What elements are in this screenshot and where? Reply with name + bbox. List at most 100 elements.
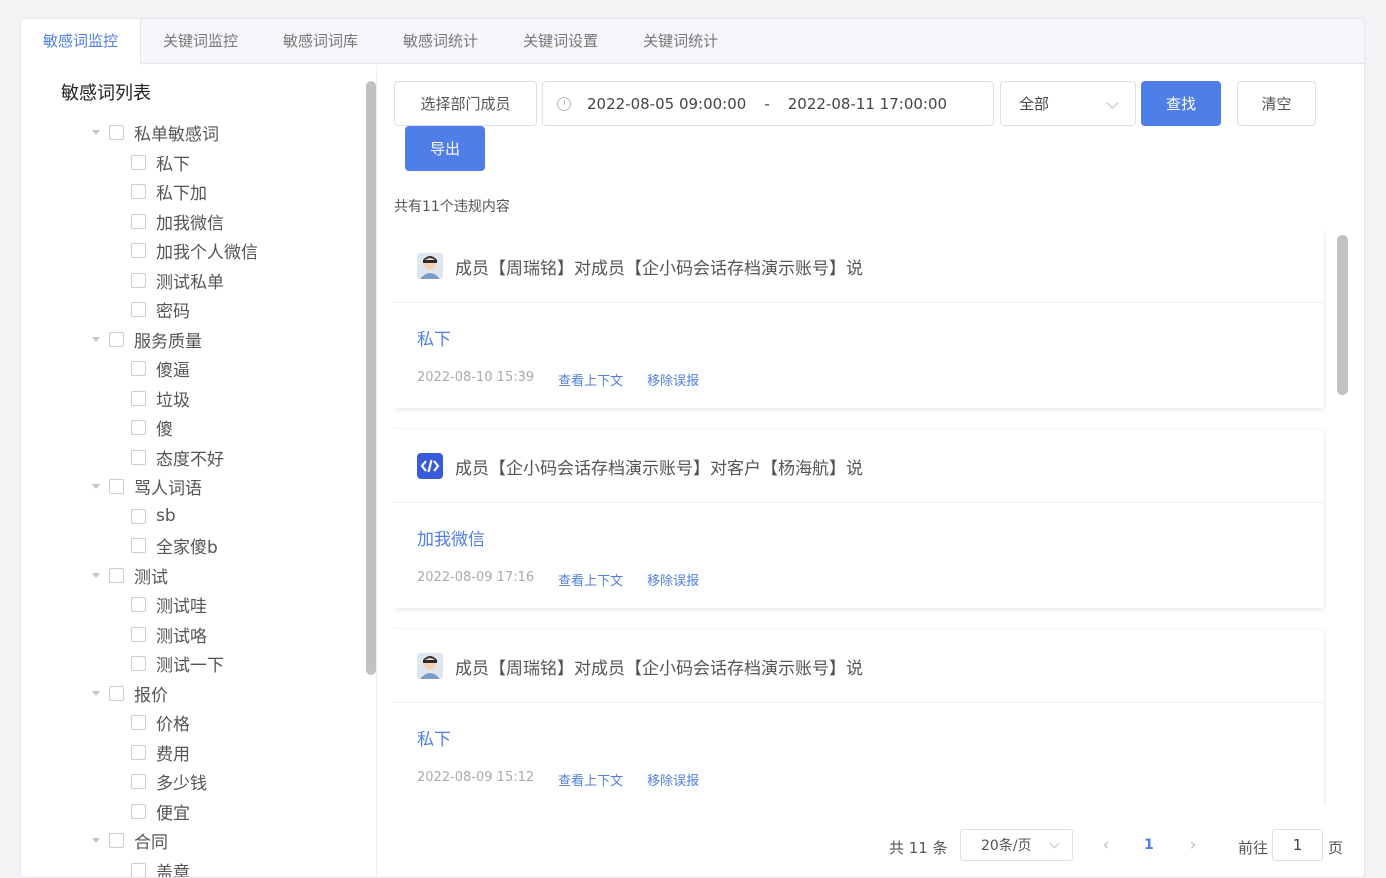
next-page-icon[interactable]: ›	[1184, 836, 1202, 854]
tab-1[interactable]: 关键词监控	[141, 19, 261, 64]
remove-false-report-link[interactable]: 移除误报	[647, 370, 699, 389]
tree-leaf[interactable]: 全家傻b	[91, 531, 258, 561]
leaf-checkbox[interactable]	[131, 272, 146, 288]
tree-leaf[interactable]: 加我微信	[91, 207, 258, 237]
caret-down-icon[interactable]	[91, 570, 101, 580]
status-select[interactable]: 全部	[1000, 81, 1136, 126]
tree-group[interactable]: 测试	[91, 561, 258, 591]
tree-leaf[interactable]: 测试一下	[91, 649, 258, 679]
leaf-checkbox[interactable]	[131, 597, 146, 613]
leaf-checkbox[interactable]	[131, 656, 146, 672]
caret-down-icon[interactable]	[91, 836, 101, 846]
group-checkbox[interactable]	[109, 125, 124, 141]
caret-down-icon[interactable]	[91, 128, 101, 138]
tab-4[interactable]: 关键词设置	[501, 19, 621, 64]
date-end[interactable]: 2022-08-11 17:00:00	[788, 95, 947, 113]
tab-2[interactable]: 敏感词词库	[261, 19, 381, 64]
tree-leaf[interactable]: 测试咯	[91, 620, 258, 650]
leaf-checkbox[interactable]	[131, 390, 146, 406]
group-checkbox[interactable]	[109, 567, 124, 583]
caret-down-icon[interactable]	[91, 688, 101, 698]
leaf-checkbox[interactable]	[131, 803, 146, 819]
caret-down-icon[interactable]	[91, 482, 101, 492]
tree-group[interactable]: 私单敏感词	[91, 118, 258, 148]
date-start[interactable]: 2022-08-05 09:00:00	[587, 95, 746, 113]
tree-leaf[interactable]: 私下	[91, 148, 258, 178]
group-checkbox[interactable]	[109, 833, 124, 849]
tree-leaf[interactable]: 密码	[91, 295, 258, 325]
group-checkbox[interactable]	[109, 479, 124, 495]
tree-leaf-label: 傻逼	[156, 361, 190, 382]
record-meta: 2022-08-09 17:16 查看上下文 移除误报	[417, 570, 723, 589]
record-card: 成员【周瑞铭】对成员【企小码会话存档演示账号】说 私下 2022-08-10 15:…	[394, 230, 1324, 408]
sidebar-scrollbar[interactable]	[366, 81, 376, 675]
leaf-checkbox[interactable]	[131, 744, 146, 760]
tab-0[interactable]: 敏感词监控	[21, 19, 142, 65]
tree-leaf-label: 费用	[156, 744, 190, 765]
tree-leaf-label: sb	[156, 506, 176, 527]
goto-page-input[interactable]: 1	[1272, 829, 1323, 861]
tree-leaf-label: 测试哇	[156, 597, 207, 618]
list-scrollbar[interactable]	[1337, 235, 1348, 395]
tree-leaf[interactable]: 价格	[91, 708, 258, 738]
leaf-checkbox[interactable]	[131, 538, 146, 554]
leaf-checkbox[interactable]	[131, 774, 146, 790]
tab-5[interactable]: 关键词统计	[621, 19, 741, 64]
tree-leaf[interactable]: 盖章	[91, 856, 258, 877]
page-size-select[interactable]: 20条/页	[960, 829, 1073, 861]
tree-leaf[interactable]: 费用	[91, 738, 258, 768]
caret-down-icon[interactable]	[91, 334, 101, 344]
leaf-checkbox[interactable]	[131, 420, 146, 436]
group-checkbox[interactable]	[109, 685, 124, 701]
tree-leaf[interactable]: 垃圾	[91, 384, 258, 414]
tree-leaf[interactable]: 傻逼	[91, 354, 258, 384]
export-button[interactable]: 导出	[405, 126, 485, 171]
tree-group[interactable]: 合同	[91, 826, 258, 856]
tree-group[interactable]: 报价	[91, 679, 258, 709]
tree-leaf[interactable]: 多少钱	[91, 767, 258, 797]
search-button[interactable]: 查找	[1141, 81, 1221, 126]
tree-leaf[interactable]: 加我个人微信	[91, 236, 258, 266]
prev-page-icon[interactable]: ‹	[1097, 836, 1115, 854]
leaf-checkbox[interactable]	[131, 243, 146, 259]
leaf-checkbox[interactable]	[131, 213, 146, 229]
matched-word[interactable]: 私下	[417, 325, 451, 350]
matched-word[interactable]: 加我微信	[417, 525, 485, 550]
leaf-checkbox[interactable]	[131, 154, 146, 170]
select-member-button[interactable]: 选择部门成员	[394, 81, 537, 126]
record-time: 2022-08-09 17:16	[417, 570, 535, 585]
record-header: 成员【企小码会话存档演示账号】对客户【杨海航】说	[394, 430, 1324, 503]
app-window: 敏感词监控 关键词监控 敏感词词库 敏感词统计 关键词设置 关键词统计 敏感词列表 私单敏…	[20, 18, 1365, 878]
tree-leaf[interactable]: 态度不好	[91, 443, 258, 473]
tree-leaf-label: 多少钱	[156, 774, 207, 795]
group-checkbox[interactable]	[109, 331, 124, 347]
view-context-link[interactable]: 查看上下文	[558, 770, 623, 789]
leaf-checkbox[interactable]	[131, 715, 146, 731]
leaf-checkbox[interactable]	[131, 449, 146, 465]
tree-leaf[interactable]: 测试私单	[91, 266, 258, 296]
leaf-checkbox[interactable]	[131, 184, 146, 200]
leaf-checkbox[interactable]	[131, 361, 146, 377]
matched-word[interactable]: 私下	[417, 725, 451, 750]
date-range-picker[interactable]: 2022-08-05 09:00:00 - 2022-08-11 17:00:0…	[542, 81, 994, 126]
tree-group[interactable]: 服务质量	[91, 325, 258, 355]
tree-leaf[interactable]: 傻	[91, 413, 258, 443]
tree-leaf[interactable]: 私下加	[91, 177, 258, 207]
clear-button[interactable]: 清空	[1237, 81, 1316, 126]
remove-false-report-link[interactable]: 移除误报	[647, 570, 699, 589]
main-panel: 选择部门成员 2022-08-05 09:00:00 - 2022-08-11 …	[394, 65, 1364, 877]
tab-3[interactable]: 敏感词统计	[381, 19, 501, 64]
remove-false-report-link[interactable]: 移除误报	[647, 770, 699, 789]
tree-group[interactable]: 骂人词语	[91, 472, 258, 502]
leaf-checkbox[interactable]	[131, 626, 146, 642]
leaf-checkbox[interactable]	[131, 508, 146, 524]
tree-leaf[interactable]: 便宜	[91, 797, 258, 827]
leaf-checkbox[interactable]	[131, 302, 146, 318]
view-context-link[interactable]: 查看上下文	[558, 370, 623, 389]
record-title: 成员【周瑞铭】对成员【企小码会话存档演示账号】说	[455, 658, 863, 679]
page-number-current[interactable]: 1	[1144, 837, 1154, 853]
tree-leaf[interactable]: 测试哇	[91, 590, 258, 620]
leaf-checkbox[interactable]	[131, 862, 146, 877]
tree-leaf[interactable]: sb	[91, 502, 258, 532]
view-context-link[interactable]: 查看上下文	[558, 570, 623, 589]
